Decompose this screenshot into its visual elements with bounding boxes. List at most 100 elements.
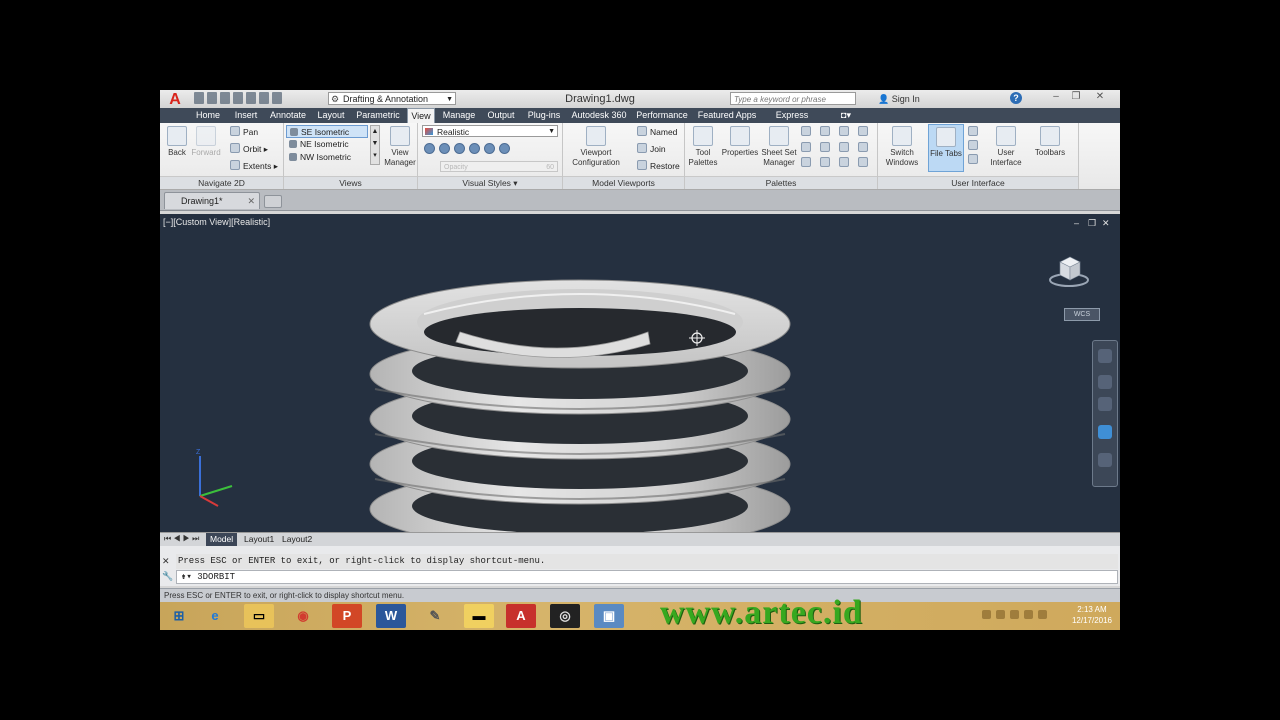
network-icon[interactable] xyxy=(1010,610,1019,619)
cascade-icon[interactable] xyxy=(968,154,978,164)
tab-home[interactable]: Home xyxy=(194,108,222,123)
tab-view[interactable]: View xyxy=(407,108,435,123)
close-icon[interactable]: ✕ xyxy=(247,193,255,210)
photos-icon[interactable]: ▣ xyxy=(594,604,624,628)
tab-insert[interactable]: Insert xyxy=(232,108,260,123)
new-tab-button[interactable] xyxy=(264,195,282,208)
tab-layout1[interactable]: Layout1 xyxy=(240,533,278,546)
tab-model[interactable]: Model xyxy=(206,533,238,546)
zoom-icon[interactable] xyxy=(1098,397,1112,411)
layout-nav-arrows[interactable]: ⏮ ◀ ▶ ⏭ xyxy=(164,534,199,544)
open-icon[interactable] xyxy=(207,92,217,104)
flag-icon[interactable] xyxy=(996,610,1005,619)
grid-icon[interactable] xyxy=(819,157,830,168)
tab-plug-ins[interactable]: Plug-ins xyxy=(526,108,562,123)
tile-vertical-icon[interactable] xyxy=(968,140,978,150)
material-icon[interactable] xyxy=(454,143,465,154)
viewcube[interactable] xyxy=(1048,250,1090,290)
user-interface-button[interactable]: User Interface xyxy=(986,126,1026,168)
face-style-icon[interactable] xyxy=(439,143,450,154)
plot-icon[interactable] xyxy=(246,92,256,104)
search-input[interactable]: Type a keyword or phrase xyxy=(730,92,856,105)
orbit-button[interactable]: Orbit ▸ xyxy=(230,143,268,155)
paint-icon[interactable]: ✎ xyxy=(420,604,450,628)
file-tab-drawing1[interactable]: Drawing1* ✕ xyxy=(164,192,260,209)
tool-palettes-button[interactable]: Tool Palettes xyxy=(687,126,719,168)
shadow-icon[interactable] xyxy=(484,143,495,154)
lighting-icon[interactable] xyxy=(469,143,480,154)
back-button[interactable]: Back xyxy=(164,126,190,158)
edge-effects-icon[interactable] xyxy=(424,143,435,154)
tab-autodesk-360[interactable]: Autodesk 360 xyxy=(571,108,627,123)
powerpoint-icon[interactable]: P xyxy=(332,604,362,628)
restore-viewports-button[interactable]: Restore xyxy=(637,160,680,172)
wrench-icon[interactable]: 🔧 xyxy=(162,571,173,582)
tab-performance[interactable]: Performance xyxy=(635,108,689,123)
material-browser-icon[interactable] xyxy=(857,141,868,152)
calculator-icon[interactable] xyxy=(801,141,811,152)
restore-icon[interactable]: ❐ xyxy=(1068,91,1084,102)
markup-icon[interactable] xyxy=(819,141,830,152)
cube-icon[interactable] xyxy=(839,126,849,136)
view-manager-button[interactable]: View Manager xyxy=(382,126,418,168)
undo-icon[interactable] xyxy=(259,92,269,104)
close-icon[interactable]: ✕ xyxy=(1092,91,1108,102)
pan-icon[interactable] xyxy=(1098,375,1112,389)
command-line-input[interactable]: ⇟▾ 3DORBIT xyxy=(176,570,1118,584)
notes-icon[interactable]: ▬ xyxy=(464,604,494,628)
word-icon[interactable]: W xyxy=(376,604,406,628)
autocad-taskbar-icon[interactable]: A xyxy=(506,604,536,628)
viewport-configuration-button[interactable]: Viewport Configuration xyxy=(567,126,625,168)
sphere-icon[interactable] xyxy=(499,143,510,154)
tile-horizontal-icon[interactable] xyxy=(968,126,978,136)
design-center-icon[interactable] xyxy=(801,126,811,136)
tab-layout2[interactable]: Layout2 xyxy=(278,533,316,546)
visual-style-dropdown[interactable]: Realistic ▼ xyxy=(422,125,558,137)
tab-parametric[interactable]: Parametric xyxy=(355,108,401,123)
named-viewports-button[interactable]: Named xyxy=(637,126,677,138)
layer-icon[interactable] xyxy=(819,126,830,136)
windows-start-icon[interactable]: ⊞ xyxy=(164,604,194,628)
view-nw-isometric[interactable]: NW Isometric xyxy=(286,151,368,164)
pan-button[interactable]: Pan xyxy=(230,126,258,138)
tab-annotate[interactable]: Annotate xyxy=(268,108,308,123)
drawing-viewport[interactable]: [−][Custom View][Realistic] – ❐ ✕ Z WCS xyxy=(160,214,1120,532)
sheet-set-manager-button[interactable]: Sheet Set Manager xyxy=(761,126,797,168)
views-scroll[interactable]: ▲ ▼ ▾ xyxy=(370,125,380,165)
orbit-icon[interactable] xyxy=(1098,425,1112,439)
link-icon[interactable] xyxy=(857,126,868,136)
recorder-icon[interactable]: ◎ xyxy=(550,604,580,628)
forward-button[interactable]: Forward xyxy=(190,126,222,158)
view-ne-isometric[interactable]: NE Isometric xyxy=(286,138,368,151)
lightbulb-icon[interactable] xyxy=(839,141,849,152)
join-viewports-button[interactable]: Join xyxy=(637,143,666,155)
toolbars-button[interactable]: Toolbars xyxy=(1030,126,1070,158)
tab-layout[interactable]: Layout xyxy=(316,108,346,123)
switch-windows-button[interactable]: Switch Windows xyxy=(882,126,922,168)
minimize-icon[interactable]: – xyxy=(1048,91,1064,102)
tab-express-tools[interactable]: Express Tools xyxy=(765,108,819,135)
new-icon[interactable] xyxy=(194,92,204,104)
properties-button[interactable]: Properties xyxy=(721,126,759,158)
steering-wheel-icon[interactable] xyxy=(1098,349,1112,363)
database-icon[interactable] xyxy=(801,157,811,168)
ribbon-toggle-icon[interactable]: ◘▾ xyxy=(836,108,856,123)
tray-arrow-icon[interactable] xyxy=(982,610,991,619)
workspace-dropdown[interactable]: Drafting & Annotation ▼ xyxy=(328,92,456,106)
sun-icon[interactable] xyxy=(839,157,849,168)
close-icon[interactable]: ✕ xyxy=(162,556,170,567)
chrome-icon[interactable]: ◉ xyxy=(288,604,318,628)
volume-icon[interactable] xyxy=(1038,610,1047,619)
camera-icon[interactable] xyxy=(857,157,868,168)
view-se-isometric[interactable]: SE Isometric xyxy=(286,125,368,138)
save-icon[interactable] xyxy=(220,92,230,104)
sign-in-button[interactable]: 👤 Sign In xyxy=(878,92,920,106)
internet-explorer-icon[interactable]: e xyxy=(200,604,230,628)
opacity-slider[interactable]: Opacity 60 xyxy=(440,161,558,172)
tab-manage[interactable]: Manage xyxy=(441,108,477,123)
tab-featured-apps[interactable]: Featured Apps xyxy=(697,108,757,123)
airplane-icon[interactable] xyxy=(1024,610,1033,619)
application-menu-button[interactable]: A xyxy=(162,91,188,108)
file-explorer-icon[interactable]: ▭ xyxy=(244,604,274,628)
save-as-icon[interactable] xyxy=(233,92,243,104)
